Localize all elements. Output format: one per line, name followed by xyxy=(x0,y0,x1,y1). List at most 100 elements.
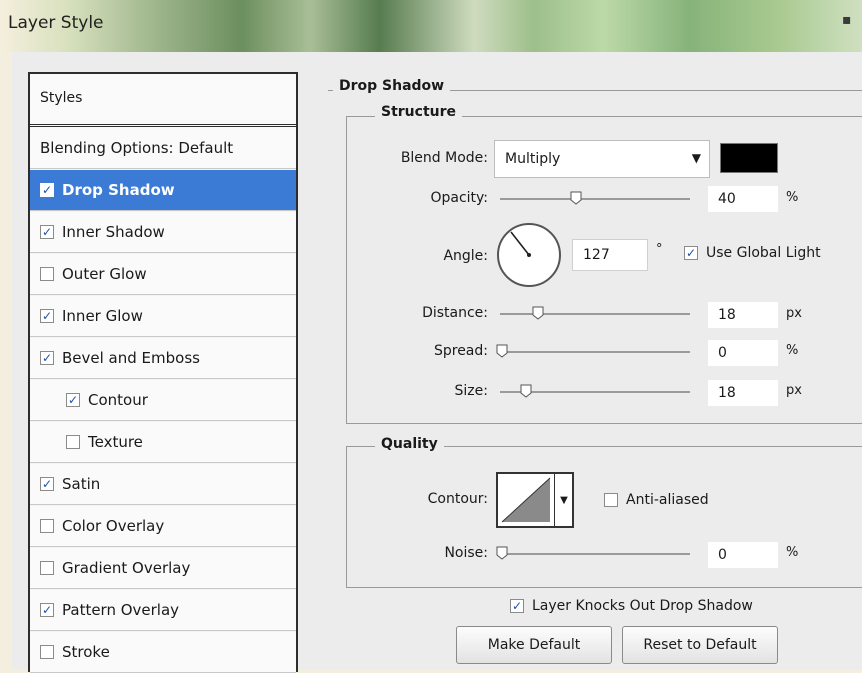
opacity-value: 40 xyxy=(718,191,736,207)
make-default-button[interactable]: Make Default xyxy=(456,626,612,664)
style-item-gradient-overlay[interactable]: Gradient Overlay xyxy=(30,548,296,589)
style-item-pattern-overlay[interactable]: ✓ Pattern Overlay xyxy=(30,590,296,631)
size-input[interactable]: 18 xyxy=(708,380,778,406)
style-item-label: Gradient Overlay xyxy=(62,559,191,577)
distance-input[interactable]: 18 xyxy=(708,302,778,328)
layer-knockout-option[interactable]: ✓ Layer Knocks Out Drop Shadow xyxy=(510,598,753,614)
layer-knockout-checkbox[interactable]: ✓ xyxy=(510,599,524,613)
angle-unit: ° xyxy=(656,242,663,257)
chevron-down-icon: ▼ xyxy=(691,151,701,165)
style-item-label: Texture xyxy=(88,433,143,451)
style-checkbox[interactable]: ✓ xyxy=(40,309,54,323)
style-checkbox[interactable]: ✓ xyxy=(40,225,54,239)
layer-knockout-label: Layer Knocks Out Drop Shadow xyxy=(532,598,753,614)
style-checkbox[interactable] xyxy=(40,561,54,575)
spread-slider-thumb[interactable] xyxy=(496,344,508,358)
style-item-inner-shadow[interactable]: ✓ Inner Shadow xyxy=(30,212,296,253)
style-checkbox[interactable] xyxy=(40,267,54,281)
styles-header-label: Styles xyxy=(40,90,83,106)
styles-list: Styles Blending Options: Default ✓ Drop S… xyxy=(28,72,298,673)
blend-mode-label: Blend Mode: xyxy=(400,150,488,166)
style-item-satin[interactable]: ✓ Satin xyxy=(30,464,296,505)
spread-label: Spread: xyxy=(433,343,488,359)
size-unit: px xyxy=(786,383,802,398)
style-checkbox[interactable] xyxy=(40,645,54,659)
use-global-light-label: Use Global Light xyxy=(706,245,821,261)
reset-to-default-button[interactable]: Reset to Default xyxy=(622,626,778,664)
style-checkbox[interactable] xyxy=(66,435,80,449)
quality-group xyxy=(346,446,862,588)
style-item-color-overlay[interactable]: Color Overlay xyxy=(30,506,296,547)
noise-slider-thumb[interactable] xyxy=(496,546,508,560)
window-title: Layer Style xyxy=(8,13,104,33)
style-item-label: Inner Glow xyxy=(62,307,143,325)
angle-input[interactable]: 127 xyxy=(572,239,648,271)
style-item-stroke[interactable]: Stroke xyxy=(30,632,296,673)
chevron-down-icon[interactable]: ▼ xyxy=(554,474,573,526)
structure-title: Structure xyxy=(375,104,463,120)
style-item-texture[interactable]: Texture xyxy=(30,422,296,463)
style-item-bevel-and-emboss[interactable]: ✓ Bevel and Emboss xyxy=(30,338,296,379)
close-icon[interactable]: ▪ xyxy=(842,12,856,32)
reset-to-default-label: Reset to Default xyxy=(643,637,757,653)
size-slider-thumb[interactable] xyxy=(520,384,532,398)
spread-input[interactable]: 0 xyxy=(708,340,778,366)
distance-value: 18 xyxy=(718,307,736,323)
title-bar: Layer Style ▪ xyxy=(0,0,862,52)
style-item-label: Stroke xyxy=(62,643,110,661)
styles-header[interactable]: Styles xyxy=(30,74,296,127)
use-global-light-checkbox[interactable]: ✓ xyxy=(684,246,698,260)
quality-title: Quality xyxy=(375,436,444,452)
style-checkbox[interactable]: ✓ xyxy=(40,477,54,491)
style-item-inner-glow[interactable]: ✓ Inner Glow xyxy=(30,296,296,337)
style-item-label: Satin xyxy=(62,475,101,493)
use-global-light-option[interactable]: ✓ Use Global Light xyxy=(684,245,821,261)
contour-label: Contour: xyxy=(427,491,488,507)
style-item-label: Outer Glow xyxy=(62,265,147,283)
style-item-label: Contour xyxy=(88,391,148,409)
contour-picker[interactable]: ▼ xyxy=(496,472,574,528)
noise-value: 0 xyxy=(718,547,727,563)
style-item-label: Drop Shadow xyxy=(62,181,175,199)
blend-mode-select[interactable]: Multiply ▼ xyxy=(494,140,710,178)
noise-label: Noise: xyxy=(444,545,488,561)
distance-slider[interactable] xyxy=(500,313,690,315)
make-default-label: Make Default xyxy=(487,637,581,653)
style-checkbox[interactable]: ✓ xyxy=(40,183,54,197)
spread-unit: % xyxy=(786,343,799,358)
shadow-color-swatch[interactable] xyxy=(720,143,778,173)
noise-input[interactable]: 0 xyxy=(708,542,778,568)
opacity-label: Opacity: xyxy=(430,190,488,206)
style-checkbox[interactable]: ✓ xyxy=(40,603,54,617)
style-item-contour[interactable]: ✓ Contour xyxy=(30,380,296,421)
style-item-label: Bevel and Emboss xyxy=(62,349,200,367)
style-item-label: Pattern Overlay xyxy=(62,601,180,619)
opacity-slider[interactable] xyxy=(500,198,690,200)
style-checkbox[interactable] xyxy=(40,519,54,533)
blend-mode-value: Multiply xyxy=(505,151,561,167)
style-item-drop-shadow[interactable]: ✓ Drop Shadow xyxy=(30,170,296,211)
angle-value: 127 xyxy=(583,247,610,263)
contour-preview-icon xyxy=(501,477,551,523)
angle-dial[interactable] xyxy=(494,220,564,290)
opacity-input[interactable]: 40 xyxy=(708,186,778,212)
style-item-label: Color Overlay xyxy=(62,517,165,535)
blending-options-item[interactable]: Blending Options: Default xyxy=(30,127,296,169)
style-checkbox[interactable]: ✓ xyxy=(40,351,54,365)
anti-aliased-checkbox[interactable] xyxy=(604,493,618,507)
size-value: 18 xyxy=(718,385,736,401)
anti-aliased-label: Anti-aliased xyxy=(626,492,709,508)
size-label: Size: xyxy=(454,383,488,399)
distance-slider-thumb[interactable] xyxy=(532,306,544,320)
spread-slider[interactable] xyxy=(500,351,690,353)
opacity-unit: % xyxy=(786,190,799,205)
distance-label: Distance: xyxy=(422,305,488,321)
noise-slider[interactable] xyxy=(500,553,690,555)
drop-shadow-title: Drop Shadow xyxy=(333,78,451,94)
style-item-outer-glow[interactable]: Outer Glow xyxy=(30,254,296,295)
anti-aliased-option[interactable]: Anti-aliased xyxy=(604,492,709,508)
distance-unit: px xyxy=(786,306,802,321)
style-item-label: Inner Shadow xyxy=(62,223,165,241)
style-checkbox[interactable]: ✓ xyxy=(66,393,80,407)
opacity-slider-thumb[interactable] xyxy=(570,191,582,205)
